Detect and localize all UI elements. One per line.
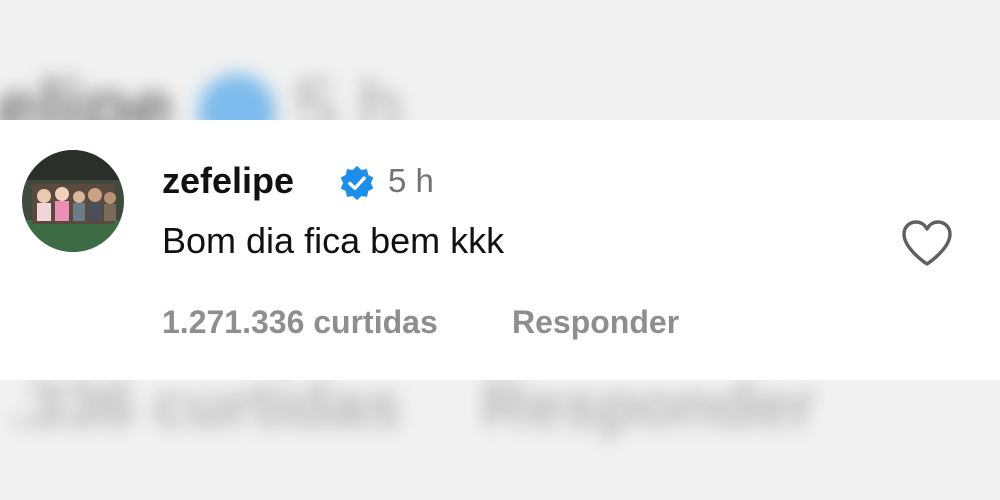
verified-badge-icon [340,165,374,201]
comment-text: Bom dia fica bem kkk [162,220,505,261]
comment-card: zefelipe 5 h Bom dia fica bem kkk 1.271.… [0,120,1000,380]
username[interactable]: zefelipe [162,160,294,202]
comment-time: 5 h [388,162,434,199]
reply-button[interactable]: Responder [512,304,679,341]
avatar[interactable] [22,150,124,252]
likes-count[interactable]: 1.271.336 curtidas [162,304,438,341]
heart-icon[interactable] [900,218,954,268]
avatar-photo-icon [22,150,124,252]
